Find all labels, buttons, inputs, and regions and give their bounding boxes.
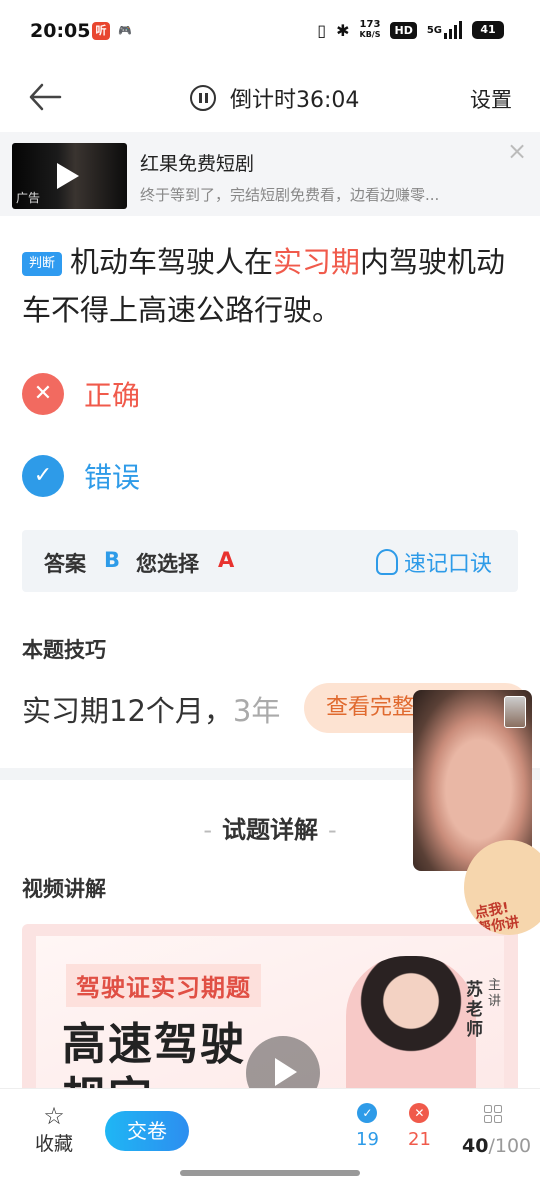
home-indicator[interactable] bbox=[180, 1170, 360, 1176]
top-bar: 倒计时36:04 设置 bbox=[0, 64, 540, 130]
selected-value: A bbox=[218, 548, 235, 572]
question-progress[interactable]: 40/100 bbox=[462, 1135, 531, 1157]
ad-title: 红果免费短剧 bbox=[140, 153, 255, 175]
question-text: 判断 机动车驾驶人在实习期内驾驶机动车不得上高速公路行驶。 bbox=[22, 245, 506, 327]
question-highlight: 实习期 bbox=[273, 245, 361, 279]
favorite-button[interactable]: ☆ 收藏 bbox=[32, 1103, 76, 1156]
presenter-image bbox=[346, 956, 476, 1094]
signal-icon bbox=[444, 21, 462, 39]
correct-count[interactable]: ✓ 19 bbox=[356, 1103, 379, 1150]
status-icons: ▯ ✱ 173 KB/S HD 5G 41 bbox=[317, 20, 504, 40]
settings-button[interactable]: 设置 bbox=[470, 84, 512, 114]
option-wrong-statement[interactable]: ✓ 错误 bbox=[22, 455, 140, 497]
option-correct-statement[interactable]: ✕ 正确 bbox=[22, 373, 140, 415]
game-app-icon: 🎮 bbox=[116, 22, 134, 40]
status-time: 20:05 bbox=[30, 20, 91, 42]
ad-description: 终于等到了，完结短剧免费看，边看边赚零... bbox=[140, 186, 440, 204]
option-label: 错误 bbox=[84, 461, 141, 494]
listen-app-icon: 听 bbox=[92, 22, 110, 40]
pause-icon[interactable] bbox=[190, 85, 216, 111]
selected-label: 您选择 bbox=[136, 552, 199, 576]
video-headline: 高速驾驶 规定 bbox=[62, 1019, 246, 1094]
presenter-role: 主讲 bbox=[488, 978, 502, 1009]
tip-title: 本题技巧 bbox=[22, 638, 106, 662]
answer-value: B bbox=[104, 548, 121, 572]
video-topic-tag: 驾驶证实习期题 bbox=[66, 964, 261, 1007]
mnemonic-button[interactable]: 速记口诀 bbox=[375, 546, 492, 578]
battery-icon: 41 bbox=[472, 21, 504, 39]
check-icon: ✓ bbox=[357, 1103, 378, 1123]
ad-banner[interactable]: 广告 红果免费短剧 终于等到了，完结短剧免费看，边看边赚零... × bbox=[0, 132, 540, 216]
star-icon: ☆ bbox=[43, 1102, 65, 1130]
network-speed: 173 KB/S bbox=[359, 19, 381, 40]
promo-text: 点我! 帮你讲 bbox=[473, 899, 521, 935]
cross-icon: ✕ bbox=[409, 1103, 430, 1123]
video-explanation-card[interactable]: 驾驶证实习期题 高速驾驶 规定 苏老师 主讲 bbox=[22, 924, 518, 1094]
ad-tag: 广告 bbox=[16, 191, 41, 205]
submit-exam-button[interactable]: 交卷 bbox=[105, 1111, 189, 1151]
wrong-count[interactable]: ✕ 21 bbox=[408, 1103, 431, 1150]
lightbulb-icon bbox=[375, 549, 398, 575]
bluetooth-icon: ✱ bbox=[336, 20, 350, 40]
status-bar: 20:05 听 🎮 ▯ ✱ 173 KB/S HD 5G 41 bbox=[0, 0, 540, 64]
video-section-label: 视频讲解 bbox=[22, 877, 106, 901]
tutor-promo-badge[interactable]: 点我! 帮你讲 bbox=[464, 840, 540, 935]
countdown-text: 倒计时36:04 bbox=[230, 88, 360, 113]
tip-text: 实习期12个月，3年 bbox=[22, 694, 281, 728]
cross-icon: ✕ bbox=[22, 373, 64, 415]
answer-label: 答案 bbox=[44, 552, 86, 576]
question-grid-icon[interactable] bbox=[484, 1105, 502, 1123]
close-icon[interactable]: × bbox=[506, 139, 528, 163]
presenter-name: 苏老师 bbox=[466, 980, 483, 1040]
network-type: 5G bbox=[426, 24, 442, 36]
play-icon bbox=[57, 163, 79, 189]
back-arrow-icon[interactable] bbox=[28, 82, 62, 112]
ad-thumbnail[interactable]: 广告 bbox=[12, 143, 127, 209]
check-icon: ✓ bbox=[22, 455, 64, 497]
vibrate-icon: ▯ bbox=[317, 20, 327, 40]
countdown-timer[interactable]: 倒计时36:04 bbox=[190, 82, 359, 114]
question-type-badge: 判断 bbox=[22, 252, 63, 276]
answer-bar: 答案 B 您选择 A 速记口诀 bbox=[22, 530, 518, 592]
option-label: 正确 bbox=[84, 379, 141, 412]
video-play-icon[interactable] bbox=[246, 1036, 320, 1094]
hd-icon: HD bbox=[390, 21, 417, 39]
self-view-thumbnail[interactable] bbox=[504, 696, 526, 728]
